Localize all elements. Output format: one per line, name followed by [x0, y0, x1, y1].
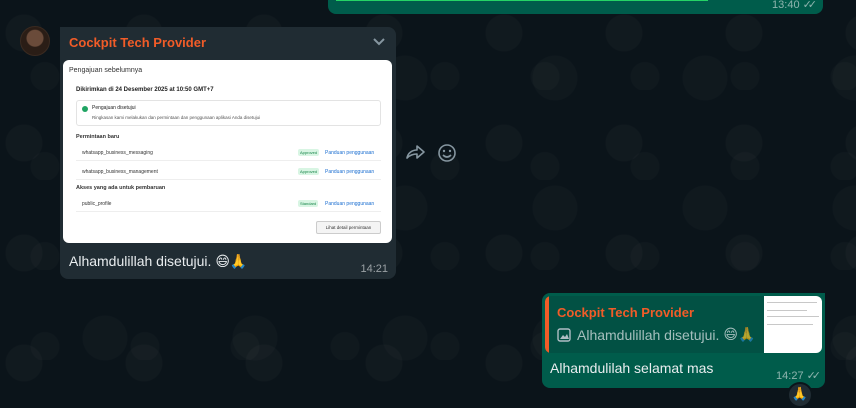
shot-row-link: Panduan penggunaan	[325, 169, 375, 175]
quote-thumbnail	[764, 296, 822, 353]
chevron-down-icon[interactable]	[372, 37, 386, 47]
message-text: Alhamdulillah disetujui. 😄🙏	[69, 253, 247, 270]
quote-text-content: Alhamdulillah disetujui.	[577, 327, 720, 343]
shot-row-name: public_profile	[82, 201, 112, 207]
sender-name[interactable]: Cockpit Tech Provider	[69, 35, 206, 50]
double-check-icon: ✓✓	[806, 370, 822, 382]
shot-detail-button: Lihat detail permintaan	[316, 221, 381, 234]
quote-sender: Cockpit Tech Provider	[557, 305, 695, 320]
attached-screenshot[interactable]: Pengajuan sebelumnya Dikirimkan di 24 De…	[63, 60, 392, 243]
message-emojis: 😄🙏	[215, 254, 248, 270]
emoji-smile-icon[interactable]	[437, 143, 457, 163]
message-reaction[interactable]: 🙏	[787, 382, 813, 408]
shot-row-link: Panduan penggunaan	[325, 201, 375, 207]
quote-stripe	[545, 296, 549, 353]
sender-avatar[interactable]	[20, 26, 50, 56]
message-text: Alhamdulilah selamat mas	[550, 360, 714, 376]
shot-row-name: whatsapp_business_messaging	[82, 150, 153, 156]
outgoing-message-partial[interactable]: 13:40 ✓✓	[328, 0, 823, 14]
shot-approval-desc: Ringkasan kami melakukan dan permintaan …	[92, 115, 261, 120]
progress-line	[336, 0, 708, 1]
quote-emojis: 😄🙏	[723, 327, 756, 343]
shot-existing-title: Akses yang ada untuk pembaruan	[76, 185, 166, 191]
incoming-message[interactable]: Cockpit Tech Provider Pengajuan sebelumn…	[60, 27, 396, 279]
quoted-message[interactable]: Cockpit Tech Provider Alhamdulillah dise…	[545, 296, 822, 353]
message-time: 13:40 ✓✓	[772, 0, 818, 11]
check-circle-icon	[82, 106, 88, 112]
shot-approval-title: Pengajuan disetujui	[92, 105, 136, 111]
double-check-icon: ✓✓	[802, 0, 818, 11]
shot-row: public_profile Standard Panduan pengguna…	[76, 196, 381, 212]
shot-row-badge: Approved	[298, 149, 320, 156]
shot-row: whatsapp_business_management Approved Pa…	[76, 164, 381, 180]
shot-row: whatsapp_business_messaging Approved Pan…	[76, 145, 381, 161]
forward-icon[interactable]	[404, 144, 426, 162]
message-time: 14:21	[360, 263, 388, 275]
shot-row-name: whatsapp_business_management	[82, 169, 158, 175]
shot-submitted: Dikirimkan di 24 Desember 2025 at 10:50 …	[76, 87, 214, 93]
image-icon	[557, 328, 571, 342]
outgoing-message[interactable]: Cockpit Tech Provider Alhamdulillah dise…	[542, 293, 825, 388]
shot-heading: Pengajuan sebelumnya	[69, 67, 143, 74]
message-text-content: Alhamdulillah disetujui.	[69, 253, 212, 269]
quote-text: Alhamdulillah disetujui. 😄🙏	[557, 327, 755, 343]
message-time: 14:27 ✓✓	[776, 370, 822, 382]
shot-approval-box: Pengajuan disetujui Ringkasan kami melak…	[76, 100, 381, 126]
shot-new-requests-title: Permintaan baru	[76, 134, 120, 140]
shot-row-badge: Standard	[298, 200, 319, 207]
shot-row-badge: Approved	[298, 168, 320, 175]
shot-row-link: Panduan penggunaan	[325, 150, 375, 156]
